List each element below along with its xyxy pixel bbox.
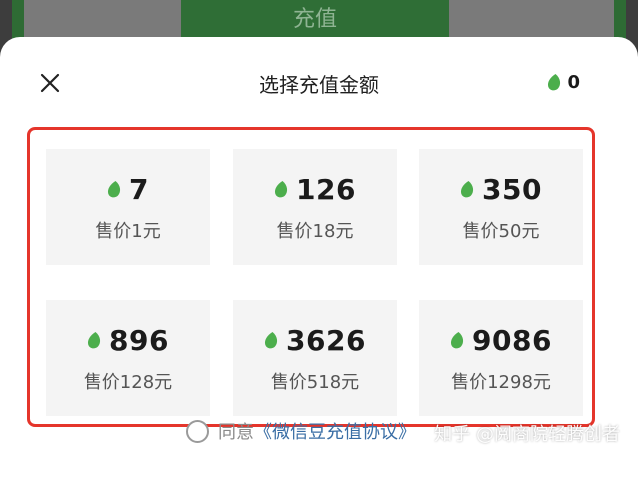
option-amount: 350 (419, 173, 583, 206)
background-panel-right (449, 0, 614, 40)
option-amount-value: 9086 (472, 324, 552, 357)
option-amount: 3626 (233, 324, 397, 357)
green-leaf-icon (264, 332, 278, 349)
amount-option-896[interactable]: 896 售价128元 (46, 300, 210, 416)
watermark: 知乎 @阅商院轻腾创者 (434, 424, 620, 445)
agreement-prefix: 同意 (218, 422, 254, 443)
green-leaf-icon (450, 332, 464, 349)
amount-options-grid: 7 售价1元 126 售价18元 350 售价50元 896 售价128元 36… (27, 127, 595, 427)
option-amount-value: 7 (129, 173, 149, 206)
green-leaf-icon (548, 74, 561, 91)
agree-checkbox[interactable] (186, 419, 209, 443)
option-amount-value: 896 (109, 324, 169, 357)
option-amount: 126 (233, 173, 397, 206)
green-leaf-icon (274, 181, 288, 198)
option-amount-value: 350 (482, 173, 542, 206)
option-price: 售价1元 (95, 221, 161, 242)
background-panel-left (24, 0, 181, 40)
option-price: 售价18元 (276, 221, 354, 242)
balance-value: 0 (567, 72, 580, 93)
option-price: 售价1298元 (451, 372, 551, 393)
amount-option-7[interactable]: 7 售价1元 (46, 149, 210, 265)
agreement-row: 同意 《微信豆充值协议》 (186, 418, 416, 444)
green-leaf-icon (87, 332, 101, 349)
option-price: 售价50元 (462, 221, 540, 242)
green-leaf-icon (460, 181, 474, 198)
agreement-link[interactable]: 《微信豆充值协议》 (254, 418, 416, 444)
option-amount: 896 (46, 324, 210, 357)
amount-option-3626[interactable]: 3626 售价518元 (233, 300, 397, 416)
option-amount: 9086 (419, 324, 583, 357)
option-price: 售价128元 (83, 372, 173, 393)
amount-option-9086[interactable]: 9086 售价1298元 (419, 300, 583, 416)
option-amount: 7 (46, 173, 210, 206)
page-title: 选择充值金额 (259, 73, 379, 97)
background-recharge-button: 充值 (181, 0, 449, 40)
bean-balance: 0 (547, 72, 580, 93)
amount-option-126[interactable]: 126 售价18元 (233, 149, 397, 265)
option-amount-value: 3626 (286, 324, 366, 357)
amount-option-350[interactable]: 350 售价50元 (419, 149, 583, 265)
sheet-header: 选择充值金额 0 (0, 37, 638, 129)
option-price: 售价518元 (270, 372, 360, 393)
option-amount-value: 126 (296, 173, 356, 206)
green-leaf-icon (107, 181, 121, 198)
